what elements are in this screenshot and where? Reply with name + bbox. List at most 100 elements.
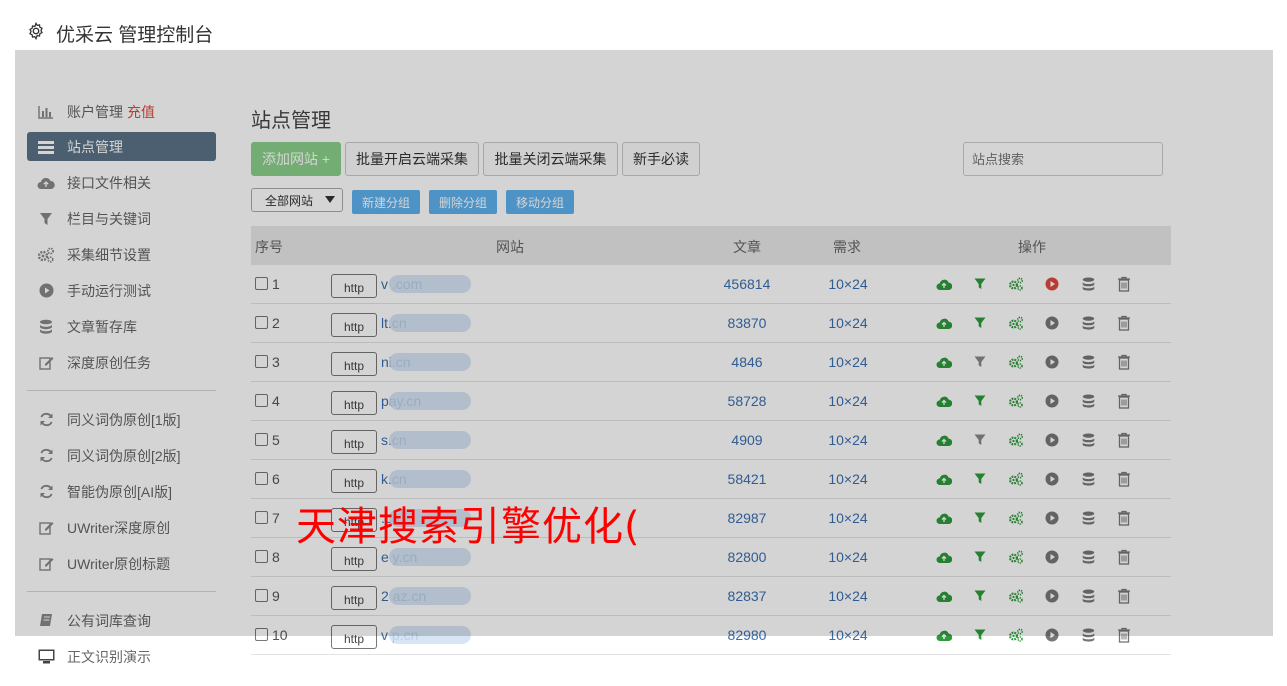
filter-icon[interactable] — [972, 588, 988, 604]
delete-group-button[interactable]: 删除分组 — [429, 190, 497, 214]
batch-enable-cloud-button[interactable]: 批量开启云端采集 — [345, 142, 479, 176]
play-circle-icon[interactable] — [1044, 432, 1060, 448]
database-icon[interactable] — [1080, 393, 1096, 409]
database-icon[interactable] — [1080, 315, 1096, 331]
http-button[interactable]: http — [331, 391, 377, 415]
demand-value[interactable]: 10×24 — [808, 354, 888, 370]
filter-icon[interactable] — [972, 471, 988, 487]
sidebar-item-account[interactable]: 账户管理 充值 — [27, 97, 216, 126]
article-count[interactable]: 58728 — [707, 393, 787, 409]
sidebar-item-ai-rewrite[interactable]: 智能伪原创[AI版] — [27, 477, 216, 506]
row-checkbox[interactable] — [255, 472, 268, 485]
filter-icon[interactable] — [972, 549, 988, 565]
cloud-upload-icon[interactable] — [936, 276, 952, 292]
http-button[interactable]: http — [331, 586, 377, 610]
filter-icon[interactable] — [972, 432, 988, 448]
trash-icon[interactable] — [1116, 627, 1132, 643]
cloud-upload-icon[interactable] — [936, 315, 952, 331]
article-count[interactable]: 83870 — [707, 315, 787, 331]
site-search-input[interactable] — [963, 142, 1163, 176]
cloud-upload-icon[interactable] — [936, 471, 952, 487]
cogs-icon[interactable] — [1008, 315, 1024, 331]
recharge-link[interactable]: 充值 — [127, 102, 155, 122]
http-button[interactable]: http — [331, 352, 377, 376]
cogs-icon[interactable] — [1008, 393, 1024, 409]
play-circle-icon[interactable] — [1044, 276, 1060, 292]
sidebar-item-synonym-v2[interactable]: 同义词伪原创[2版] — [27, 441, 216, 470]
row-checkbox[interactable] — [255, 628, 268, 641]
cogs-icon[interactable] — [1008, 588, 1024, 604]
cogs-icon[interactable] — [1008, 432, 1024, 448]
group-select[interactable]: 全部网站 — [251, 188, 343, 212]
trash-icon[interactable] — [1116, 354, 1132, 370]
batch-disable-cloud-button[interactable]: 批量关闭云端采集 — [483, 142, 618, 176]
article-count[interactable]: 82980 — [707, 627, 787, 643]
row-checkbox[interactable] — [255, 589, 268, 602]
article-count[interactable]: 82987 — [707, 510, 787, 526]
trash-icon[interactable] — [1116, 315, 1132, 331]
sidebar-item-manual-run[interactable]: 手动运行测试 — [27, 276, 216, 305]
play-circle-icon[interactable] — [1044, 510, 1060, 526]
http-button[interactable]: http — [331, 430, 377, 454]
filter-icon[interactable] — [972, 393, 988, 409]
cogs-icon[interactable] — [1008, 549, 1024, 565]
play-circle-icon[interactable] — [1044, 627, 1060, 643]
play-circle-icon[interactable] — [1044, 315, 1060, 331]
database-icon[interactable] — [1080, 432, 1096, 448]
row-checkbox[interactable] — [255, 433, 268, 446]
filter-icon[interactable] — [972, 276, 988, 292]
filter-icon[interactable] — [972, 627, 988, 643]
sidebar-item-text-recognition[interactable]: 正文识别演示 — [27, 642, 216, 671]
play-circle-icon[interactable] — [1044, 471, 1060, 487]
cogs-icon[interactable] — [1008, 276, 1024, 292]
trash-icon[interactable] — [1116, 393, 1132, 409]
demand-value[interactable]: 10×24 — [808, 510, 888, 526]
row-checkbox[interactable] — [255, 277, 268, 290]
demand-value[interactable]: 10×24 — [808, 393, 888, 409]
filter-icon[interactable] — [972, 315, 988, 331]
database-icon[interactable] — [1080, 354, 1096, 370]
article-count[interactable]: 58421 — [707, 471, 787, 487]
sidebar-item-public-lexicon[interactable]: 公有词库查询 — [27, 606, 216, 635]
cloud-upload-icon[interactable] — [936, 549, 952, 565]
play-circle-icon[interactable] — [1044, 354, 1060, 370]
cloud-upload-icon[interactable] — [936, 510, 952, 526]
sidebar-item-uwriter-deep[interactable]: UWriter深度原创 — [27, 513, 216, 542]
cloud-upload-icon[interactable] — [936, 393, 952, 409]
row-checkbox[interactable] — [255, 511, 268, 524]
database-icon[interactable] — [1080, 510, 1096, 526]
cogs-icon[interactable] — [1008, 471, 1024, 487]
sidebar-item-keywords[interactable]: 栏目与关键词 — [27, 204, 216, 233]
move-group-button[interactable]: 移动分组 — [506, 190, 574, 214]
trash-icon[interactable] — [1116, 588, 1132, 604]
sidebar-item-sites[interactable]: 站点管理 — [27, 132, 216, 161]
sidebar-item-collect-settings[interactable]: 采集细节设置 — [27, 240, 216, 269]
sidebar-item-interface-files[interactable]: 接口文件相关 — [27, 168, 216, 197]
cogs-icon[interactable] — [1008, 354, 1024, 370]
play-circle-icon[interactable] — [1044, 588, 1060, 604]
demand-value[interactable]: 10×24 — [808, 471, 888, 487]
sidebar-item-deep-original[interactable]: 深度原创任务 — [27, 348, 216, 377]
row-checkbox[interactable] — [255, 355, 268, 368]
demand-value[interactable]: 10×24 — [808, 627, 888, 643]
play-circle-icon[interactable] — [1044, 549, 1060, 565]
add-site-button[interactable]: 添加网站 + — [251, 142, 341, 176]
article-count[interactable]: 456814 — [707, 276, 787, 292]
guide-button[interactable]: 新手必读 — [622, 142, 700, 176]
http-button[interactable]: http — [331, 469, 377, 493]
demand-value[interactable]: 10×24 — [808, 315, 888, 331]
database-icon[interactable] — [1080, 627, 1096, 643]
sidebar-item-uwriter-title[interactable]: UWriter原创标题 — [27, 549, 216, 578]
database-icon[interactable] — [1080, 549, 1096, 565]
database-icon[interactable] — [1080, 276, 1096, 292]
row-checkbox[interactable] — [255, 394, 268, 407]
demand-value[interactable]: 10×24 — [808, 276, 888, 292]
article-count[interactable]: 4909 — [707, 432, 787, 448]
trash-icon[interactable] — [1116, 510, 1132, 526]
sidebar-item-synonym-v1[interactable]: 同义词伪原创[1版] — [27, 405, 216, 434]
play-circle-icon[interactable] — [1044, 393, 1060, 409]
demand-value[interactable]: 10×24 — [808, 588, 888, 604]
row-checkbox[interactable] — [255, 316, 268, 329]
new-group-button[interactable]: 新建分组 — [352, 190, 420, 214]
trash-icon[interactable] — [1116, 471, 1132, 487]
